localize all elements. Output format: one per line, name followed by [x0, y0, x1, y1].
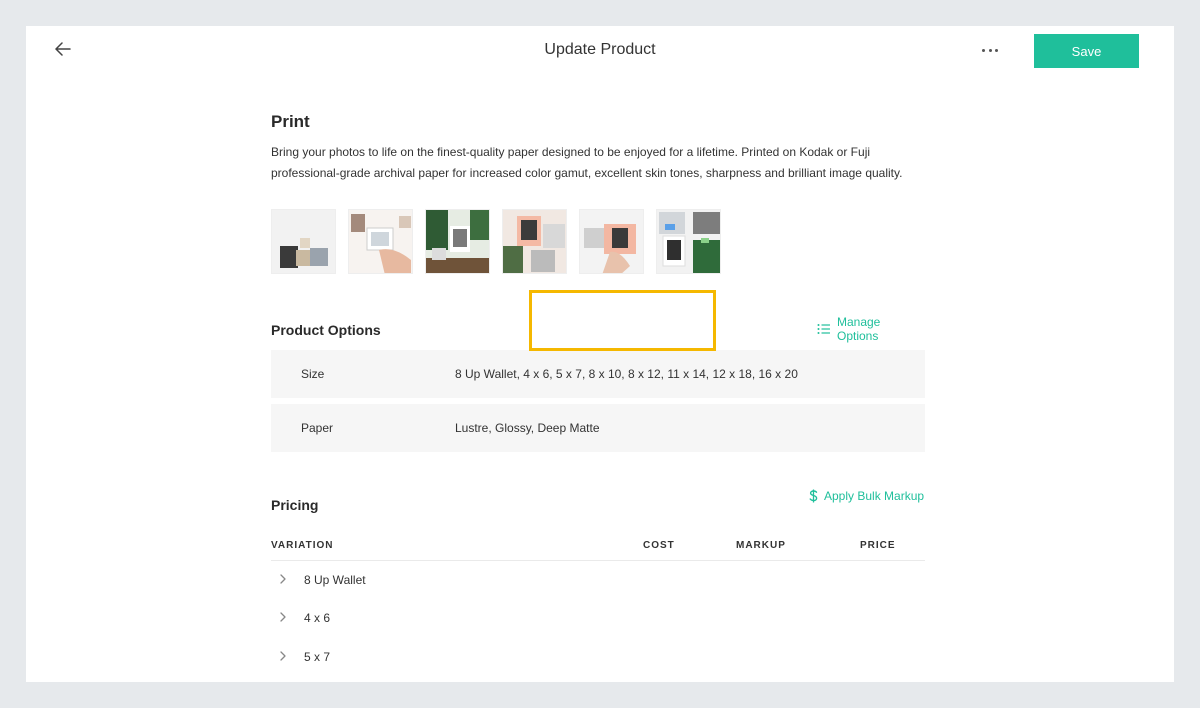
option-values: 8 Up Wallet, 4 x 6, 5 x 7, 8 x 10, 8 x 1…	[455, 367, 798, 381]
option-row-size: Size 8 Up Wallet, 4 x 6, 5 x 7, 8 x 10, …	[271, 350, 925, 398]
chevron-right-icon	[280, 574, 286, 584]
variation-label: 5 x 7	[304, 650, 331, 664]
option-name: Size	[301, 367, 325, 381]
product-image-3[interactable]	[425, 209, 490, 274]
option-values: Lustre, Glossy, Deep Matte	[455, 421, 600, 435]
manage-options-label: Manage Options	[836, 315, 881, 343]
column-header-price: PRICE	[860, 540, 896, 551]
variation-row[interactable]: 4 x 6	[271, 599, 925, 637]
chevron-right-icon	[280, 651, 286, 661]
variation-label: 8 Up Wallet	[304, 573, 366, 587]
product-name: Print	[271, 112, 310, 131]
save-button[interactable]: Save	[1034, 34, 1139, 68]
manage-options-link[interactable]: Manage Options	[817, 315, 925, 343]
variation-row[interactable]: 5 x 7	[271, 638, 925, 676]
product-image-2[interactable]	[348, 209, 413, 274]
product-image-6[interactable]	[656, 209, 721, 274]
more-options-button[interactable]	[978, 42, 1002, 58]
apply-bulk-markup-label: Apply Bulk Markup	[824, 489, 925, 503]
variation-row[interactable]: 8 Up Wallet	[271, 561, 925, 599]
product-description: Bring your photos to life on the finest-…	[271, 145, 903, 180]
pricing-title: Pricing	[271, 497, 319, 513]
variation-label: 4 x 6	[304, 611, 331, 625]
column-header-variation: VARIATION	[271, 540, 334, 551]
update-product-panel: Update Product Save Print Bring your pho…	[26, 26, 1174, 682]
option-row-paper: Paper Lustre, Glossy, Deep Matte	[271, 404, 925, 452]
apply-bulk-markup-link[interactable]: Apply Bulk Markup	[809, 489, 924, 503]
column-header-markup: MARKUP	[736, 540, 786, 551]
highlight-box	[529, 290, 716, 351]
more-horizontal-icon	[982, 48, 998, 52]
product-image-1[interactable]	[271, 209, 336, 274]
product-options-title: Product Options	[271, 322, 381, 338]
option-name: Paper	[301, 421, 334, 435]
dollar-icon	[809, 489, 818, 503]
product-image-4[interactable]	[502, 209, 567, 274]
pricing-table-header: VARIATION COST MARKUP PRICE	[271, 537, 925, 561]
chevron-right-icon	[280, 612, 286, 622]
product-image-5[interactable]	[579, 209, 644, 274]
column-header-cost: COST	[643, 540, 675, 551]
top-bar: Update Product Save	[26, 26, 1174, 82]
product-images	[271, 209, 721, 274]
list-icon	[817, 324, 830, 334]
